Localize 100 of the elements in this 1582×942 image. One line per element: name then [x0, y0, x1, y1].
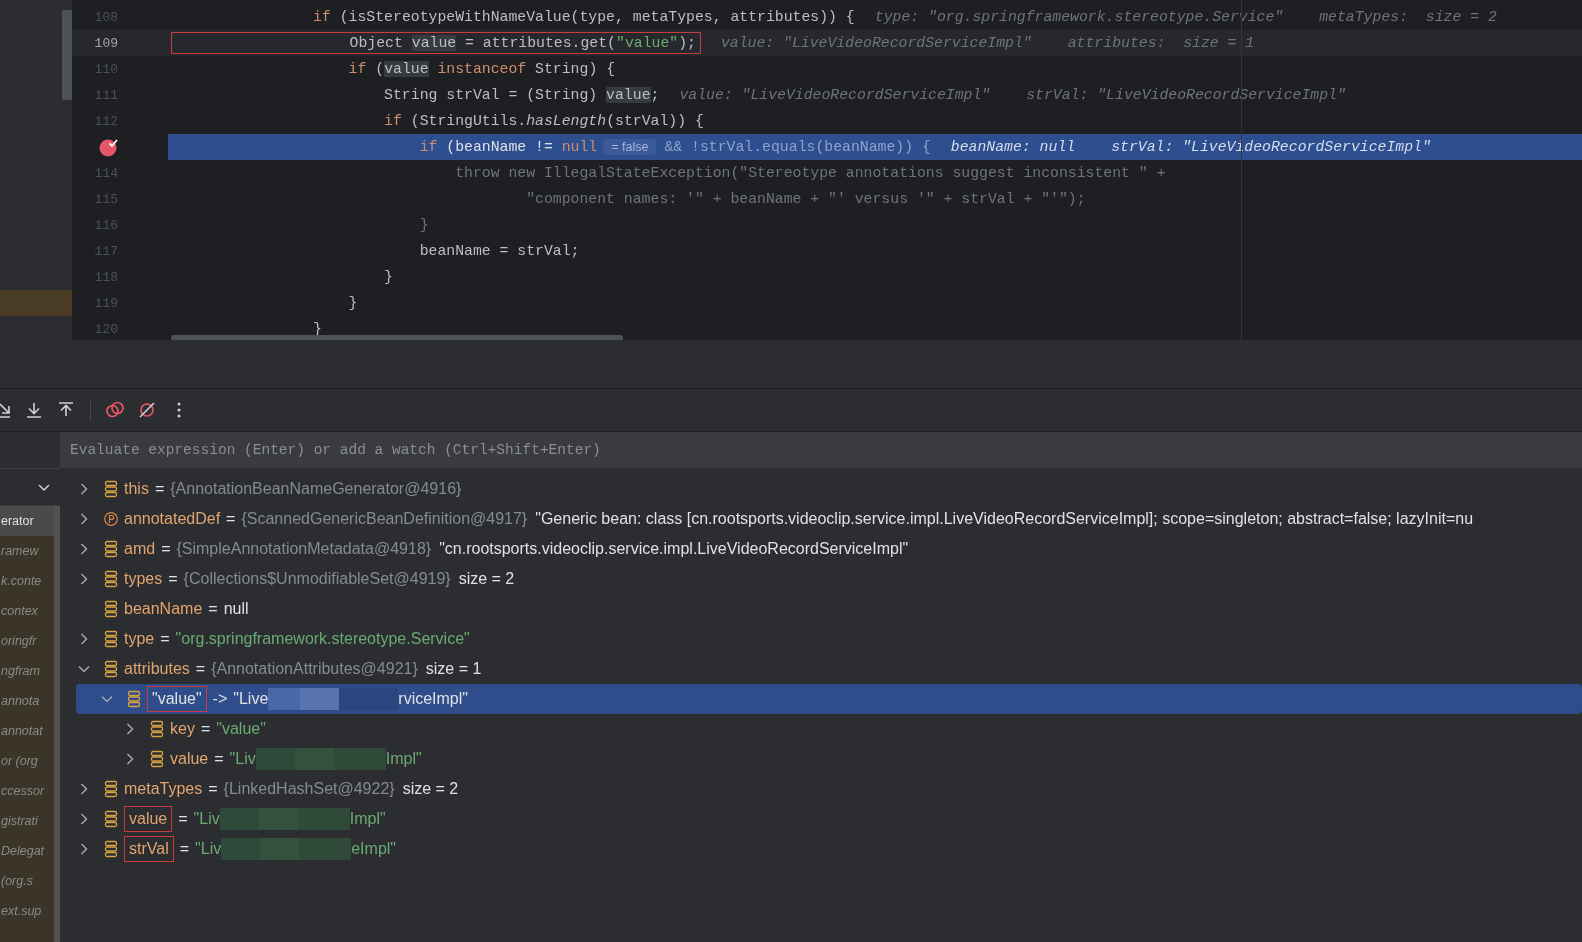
field-icon — [104, 630, 118, 648]
code-line: beanName = strVal; — [418, 243, 580, 259]
chevron-right-icon[interactable] — [78, 573, 90, 585]
inline-value-badge: = false — [603, 139, 657, 155]
variable-name: value — [124, 806, 173, 832]
variable-name: annotatedDef — [124, 510, 221, 528]
code-line: if (value instanceof String) { — [347, 61, 615, 77]
code-line: if (isStereotypeWithNameValue(type, metaTypes, attributes)) { — [312, 9, 855, 25]
object-reference: {AnnotationBeanNameGenerator@4916} — [170, 480, 462, 498]
code-line: if (StringUtils.hasLength(strVal)) { — [383, 113, 704, 129]
variable-value: "org.springframework.stereotype.Service" — [175, 630, 470, 648]
stack-frame[interactable]: k.conte — [0, 574, 42, 588]
variable-value: "value" — [216, 720, 266, 738]
operator: = — [208, 780, 218, 798]
operator: = — [154, 480, 165, 498]
stack-frame[interactable]: (org.s — [0, 874, 33, 888]
variable-value: eImpl" — [351, 840, 396, 858]
scrollbar[interactable] — [54, 506, 60, 942]
object-reference: {Collections$UnmodifiableSet@4919} — [183, 570, 451, 588]
operator: = — [161, 540, 171, 558]
chevron-right-icon[interactable] — [78, 543, 90, 555]
chevron-right-icon[interactable] — [78, 813, 90, 825]
field-icon — [150, 720, 164, 738]
field-icon — [104, 780, 118, 798]
chevron-down-icon[interactable] — [78, 663, 90, 675]
operator: = — [214, 750, 224, 768]
variable-name: key — [170, 720, 195, 738]
line-number: 109 — [94, 35, 118, 51]
stack-frame[interactable]: oringfr — [0, 634, 37, 648]
stack-frame[interactable]: annotat — [0, 724, 43, 738]
inline-hint: strVal: "LiveVideoRecordServiceImpl" — [1111, 139, 1431, 155]
scrollbar-thumb[interactable] — [171, 335, 623, 340]
chevron-right-icon[interactable] — [78, 843, 90, 855]
operator: = — [160, 630, 170, 648]
inline-hint: attributes: size = 1 — [1067, 35, 1255, 51]
chevron-right-icon[interactable] — [78, 783, 90, 795]
stack-frame[interactable]: or (org — [0, 754, 38, 768]
inline-hint: beanName: null — [950, 139, 1076, 155]
operator: = — [200, 720, 211, 738]
chevron-right-icon[interactable] — [78, 483, 90, 495]
stack-frame[interactable]: annota — [0, 694, 40, 708]
variable-name: "value" — [147, 686, 207, 712]
variable-name: types — [124, 570, 163, 588]
stack-frame[interactable]: ngfram — [0, 664, 40, 678]
operator: = — [226, 510, 236, 528]
variable-value: "Live — [233, 690, 269, 708]
selected-row-highlight[interactable]: "value" -> "Live rviceImpl" — [76, 684, 1582, 714]
evaluate-expression-field[interactable]: Evaluate expression (Enter) or add a watch (Ctrl+Shift+Enter) — [60, 432, 1582, 468]
variable-value: null — [223, 600, 249, 618]
code-line: && !strVal.equals(beanName)) { — [664, 139, 931, 155]
inline-hint: value: "LiveVideoRecordServiceImpl" — [679, 87, 991, 103]
inline-hint: value: "LiveVideoRecordServiceImpl" — [720, 35, 1032, 51]
variable-value: "cn.rootsports.videoclip.service.impl.LiveVideoRecordServiceImpl" — [439, 540, 909, 558]
variable-name: strVal — [124, 836, 174, 862]
breakpoints-icon[interactable] — [105, 400, 125, 420]
code-line: } — [418, 217, 429, 233]
mute-breakpoints-icon[interactable] — [137, 400, 157, 420]
operator: = — [168, 570, 178, 588]
stack-frame[interactable]: ccessor — [0, 784, 45, 798]
variable-name: this — [124, 480, 149, 498]
field-icon — [127, 690, 141, 708]
step-over-icon[interactable] — [0, 400, 12, 420]
operator: -> — [212, 690, 228, 708]
code-line: String strVal = (String) value; — [383, 87, 660, 103]
variable-value: size = 1 — [425, 660, 482, 678]
stack-frame[interactable]: Delegat — [0, 844, 45, 858]
field-icon — [104, 810, 118, 828]
stack-frame[interactable]: gistrati — [0, 814, 38, 828]
code-line: throw new IllegalStateException("Stereotype annotations suggest inconsistent " + — [454, 165, 1166, 181]
stack-frame[interactable]: ramew — [0, 544, 39, 558]
code-line: } — [347, 295, 358, 311]
code-line: } — [383, 269, 393, 285]
object-reference: {SimpleAnnotationMetadata@4918} — [176, 540, 432, 558]
operator: = — [178, 810, 188, 828]
inline-hint: type: "org.springframework.stereotype.Service" — [874, 9, 1284, 25]
variable-value: Impl" — [349, 810, 386, 828]
field-icon — [104, 570, 118, 588]
chevron-right-icon[interactable] — [124, 753, 136, 765]
scrollbar-thumb[interactable] — [62, 10, 72, 100]
stack-frame[interactable]: ext.sup — [0, 904, 42, 918]
breakpoint-icon[interactable] — [99, 137, 118, 157]
chevron-right-icon[interactable] — [78, 633, 90, 645]
chevron-down-icon[interactable] — [38, 481, 50, 493]
inline-hint: metaTypes: size = 2 — [1319, 9, 1497, 25]
field-icon — [150, 750, 164, 768]
stack-frame[interactable]: contex — [0, 604, 38, 618]
variable-name: attributes — [124, 660, 190, 678]
step-into-icon[interactable] — [24, 400, 44, 420]
object-reference: {ScannedGenericBeanDefinition@4917} — [241, 510, 528, 528]
variable-value: rviceImpl" — [398, 690, 468, 708]
operator: = — [208, 600, 218, 618]
variable-value: size = 2 — [402, 780, 459, 798]
object-reference: {LinkedHashSet@4922} — [223, 780, 395, 798]
field-icon — [104, 540, 118, 558]
chevron-right-icon[interactable] — [78, 513, 90, 525]
variable-name: metaTypes — [124, 780, 203, 798]
variable-value: "Liv — [193, 810, 220, 828]
field-icon — [104, 480, 118, 498]
operator: = — [179, 840, 190, 858]
chevron-right-icon[interactable] — [124, 723, 136, 735]
